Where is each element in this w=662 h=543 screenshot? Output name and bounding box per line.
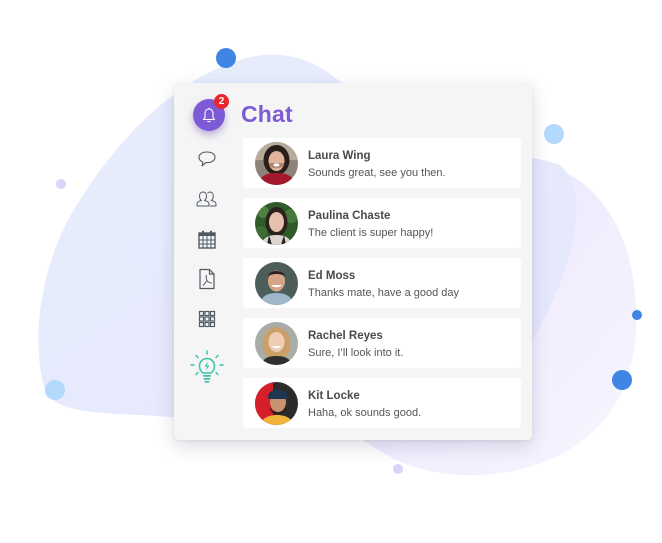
contact-name: Rachel Reyes xyxy=(308,330,383,342)
avatar xyxy=(255,382,298,425)
sidebar-item-pdf-documents[interactable] xyxy=(195,267,219,291)
dot-blue xyxy=(216,48,236,68)
message-preview: The client is super happy! xyxy=(308,227,434,239)
notifications-button[interactable]: 2 xyxy=(193,94,229,131)
message-preview: Sure, I’ll look into it. xyxy=(308,347,404,359)
sidebar-item-calendar[interactable] xyxy=(195,227,219,251)
avatar xyxy=(255,202,298,245)
sidebar: 2 xyxy=(174,83,242,440)
message-preview: Sounds great, see you then. xyxy=(308,167,446,179)
chat-widget: 2 Chat Laura Wing Sounds great, see you … xyxy=(174,83,532,440)
sidebar-item-contacts[interactable] xyxy=(195,187,219,211)
page-title: Chat xyxy=(241,101,293,127)
notification-badge: 2 xyxy=(214,94,229,109)
avatar xyxy=(255,262,298,305)
dot-light-blue xyxy=(544,124,564,144)
dot-blue-small xyxy=(632,310,642,320)
bell-icon xyxy=(202,107,216,122)
conversation-list: Laura Wing Sounds great, see you then. P… xyxy=(243,138,521,438)
message-preview: Thanks mate, have a good day xyxy=(308,287,460,299)
conversation-item[interactable]: Ed Moss Thanks mate, have a good day xyxy=(243,258,521,308)
speech-bubble-icon xyxy=(198,151,216,167)
contact-name: Ed Moss xyxy=(308,270,356,282)
lightbulb-icon xyxy=(190,350,224,383)
conversation-item[interactable]: Laura Wing Sounds great, see you then. xyxy=(243,138,521,188)
avatar xyxy=(255,322,298,365)
contact-name: Kit Locke xyxy=(308,390,360,402)
dot-light-blue xyxy=(45,380,65,400)
dot-blue xyxy=(612,370,632,390)
users-icon xyxy=(196,191,217,207)
sidebar-item-chat[interactable] xyxy=(195,147,219,171)
avatar xyxy=(255,142,298,185)
sidebar-item-ideas[interactable] xyxy=(189,349,225,385)
dot-lavender xyxy=(56,179,66,189)
conversation-item[interactable]: Paulina Chaste The client is super happy… xyxy=(243,198,521,248)
message-preview: Haha, ok sounds good. xyxy=(308,407,422,419)
sidebar-item-apps[interactable] xyxy=(195,307,219,331)
conversation-item[interactable]: Rachel Reyes Sure, I’ll look into it. xyxy=(243,318,521,368)
grid-icon xyxy=(198,310,216,328)
contact-name: Paulina Chaste xyxy=(308,210,391,222)
dot-lavender xyxy=(393,464,403,474)
conversation-item[interactable]: Kit Locke Haha, ok sounds good. xyxy=(243,378,521,428)
calendar-icon xyxy=(198,230,216,249)
contact-name: Laura Wing xyxy=(308,150,371,162)
pdf-file-icon xyxy=(199,268,215,290)
